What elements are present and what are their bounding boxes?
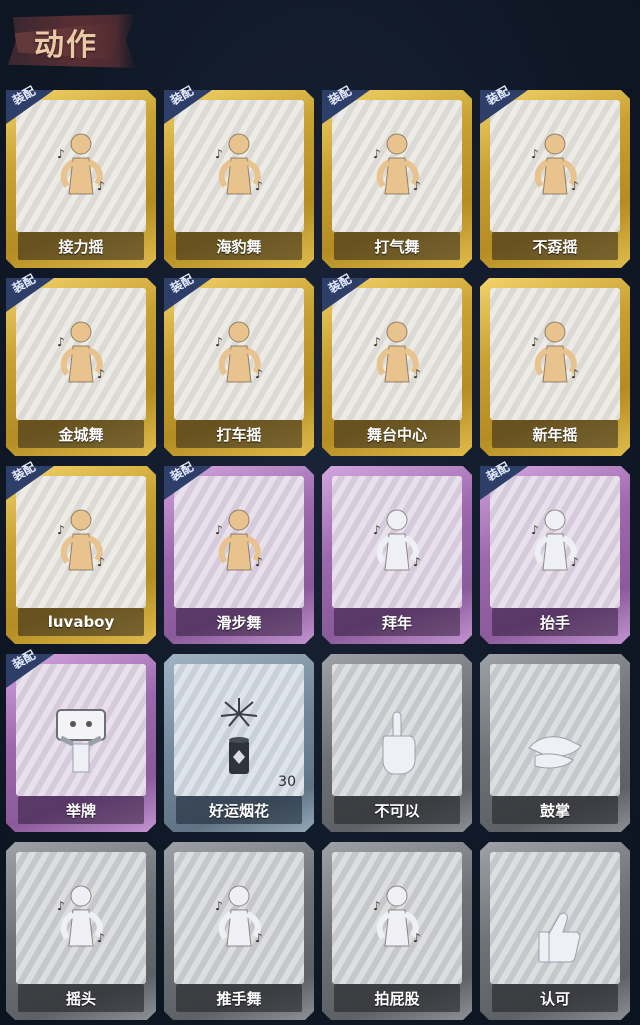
svg-text:♪: ♪ <box>215 899 223 913</box>
item-count: 30 <box>278 774 296 790</box>
dance-figure-icon: ♪ ♪ <box>209 316 269 416</box>
dance-figure-icon: ♪ ♪ <box>51 504 111 604</box>
emote-label: 拍屁股 <box>334 984 460 1012</box>
emote-label: 滑步舞 <box>176 608 302 636</box>
svg-text:♪: ♪ <box>531 523 539 537</box>
svg-text:♪: ♪ <box>413 179 421 193</box>
svg-text:♪: ♪ <box>57 335 65 349</box>
emote-card[interactable]: ♪ ♪ 不孬摇 装配 <box>480 84 630 268</box>
emote-card[interactable]: ♪ ♪ 摇头 <box>6 842 156 1020</box>
emote-label: 金城舞 <box>18 420 144 448</box>
emote-label: luvaboy <box>18 608 144 636</box>
shake-head-figure-icon: ♪ ♪ <box>51 880 111 980</box>
emote-label: 接力摇 <box>18 232 144 260</box>
finger-wag-icon <box>367 692 427 792</box>
emote-label: 认可 <box>492 984 618 1012</box>
emote-card[interactable]: ♪ ♪ 打气舞 装配 <box>322 84 472 268</box>
svg-text:♪: ♪ <box>531 147 539 161</box>
emote-label: 海豹舞 <box>176 232 302 260</box>
hold-sign-figure-icon <box>51 692 111 792</box>
emote-card[interactable]: 认可 <box>480 842 630 1020</box>
emote-card[interactable]: ♪ ♪ 抬手 装配 <box>480 460 630 644</box>
emote-label: 鼓掌 <box>492 796 618 824</box>
svg-text:♪: ♪ <box>255 179 263 193</box>
dance-figure-icon: ♪ ♪ <box>51 128 111 228</box>
emote-label: 打车摇 <box>176 420 302 448</box>
emote-label: 推手舞 <box>176 984 302 1012</box>
pat-figure-icon: ♪ ♪ <box>367 880 427 980</box>
emote-card[interactable]: ♪ ♪ 拍屁股 <box>322 842 472 1020</box>
thumbs-up-icon <box>525 880 585 980</box>
emote-card[interactable]: ♪ ♪ 拜年 <box>322 466 472 644</box>
emote-card[interactable]: 不可以 <box>322 654 472 832</box>
emote-label: 新年摇 <box>492 420 618 448</box>
page-title: 动作 <box>34 28 98 63</box>
svg-text:♪: ♪ <box>571 179 579 193</box>
emote-card[interactable]: ♪ ♪ luvaboy 装配 <box>6 460 156 644</box>
svg-text:♪: ♪ <box>97 367 105 381</box>
emote-label: 打气舞 <box>334 232 460 260</box>
svg-text:♪: ♪ <box>255 367 263 381</box>
svg-text:♪: ♪ <box>373 899 381 913</box>
dance-figure-icon: ♪ ♪ <box>209 128 269 228</box>
svg-text:♪: ♪ <box>57 523 65 537</box>
emote-card[interactable]: ♪ ♪ 金城舞 装配 <box>6 272 156 456</box>
emote-label: 好运烟花 <box>176 796 302 824</box>
svg-text:♪: ♪ <box>97 179 105 193</box>
svg-text:♪: ♪ <box>413 367 421 381</box>
emote-card[interactable]: ♪ ♪ 接力摇 装配 <box>6 84 156 268</box>
header: 动作 <box>0 0 640 84</box>
emote-label: 拜年 <box>334 608 460 636</box>
emote-card[interactable]: ♪ ♪ 打车摇 装配 <box>164 272 314 456</box>
svg-text:♪: ♪ <box>373 335 381 349</box>
clap-hands-icon <box>525 692 585 792</box>
emote-card[interactable]: 30 好运烟花 <box>164 654 314 832</box>
emote-label: 摇头 <box>18 984 144 1012</box>
dance-figure-icon: ♪ ♪ <box>367 128 427 228</box>
emote-label: 舞台中心 <box>334 420 460 448</box>
svg-text:♪: ♪ <box>97 555 105 569</box>
emote-card[interactable]: ♪ ♪ 舞台中心 装配 <box>322 272 472 456</box>
raise-hand-figure-icon: ♪ ♪ <box>525 504 585 604</box>
svg-text:♪: ♪ <box>57 899 65 913</box>
emote-label: 不孬摇 <box>492 232 618 260</box>
svg-text:♪: ♪ <box>413 931 421 945</box>
svg-text:♪: ♪ <box>571 367 579 381</box>
emote-card[interactable]: ♪ ♪ 新年摇 <box>480 278 630 456</box>
emote-card[interactable]: ♪ ♪ 海豹舞 装配 <box>164 84 314 268</box>
svg-text:♪: ♪ <box>97 931 105 945</box>
svg-text:♪: ♪ <box>373 147 381 161</box>
svg-text:♪: ♪ <box>373 523 381 537</box>
emote-label: 举牌 <box>18 796 144 824</box>
svg-text:♪: ♪ <box>255 555 263 569</box>
dance-figure-icon: ♪ ♪ <box>525 316 585 416</box>
push-hands-figure-icon: ♪ ♪ <box>209 880 269 980</box>
svg-text:♪: ♪ <box>215 147 223 161</box>
dance-figure-icon: ♪ ♪ <box>367 316 427 416</box>
emote-card[interactable]: 举牌 装配 <box>6 648 156 832</box>
svg-text:♪: ♪ <box>531 335 539 349</box>
dance-figure-icon: ♪ ♪ <box>209 504 269 604</box>
greeting-figure-icon: ♪ ♪ <box>367 504 427 604</box>
emote-label: 不可以 <box>334 796 460 824</box>
dance-figure-icon: ♪ ♪ <box>51 316 111 416</box>
svg-text:♪: ♪ <box>57 147 65 161</box>
emote-card[interactable]: ♪ ♪ 推手舞 <box>164 842 314 1020</box>
emote-label: 抬手 <box>492 608 618 636</box>
emote-card[interactable]: 鼓掌 <box>480 654 630 832</box>
svg-text:♪: ♪ <box>215 523 223 537</box>
svg-text:♪: ♪ <box>571 555 579 569</box>
dance-figure-icon: ♪ ♪ <box>525 128 585 228</box>
firework-icon <box>209 692 269 792</box>
emote-card[interactable]: ♪ ♪ 滑步舞 装配 <box>164 460 314 644</box>
svg-text:♪: ♪ <box>255 931 263 945</box>
svg-text:♪: ♪ <box>215 335 223 349</box>
svg-text:♪: ♪ <box>413 555 421 569</box>
